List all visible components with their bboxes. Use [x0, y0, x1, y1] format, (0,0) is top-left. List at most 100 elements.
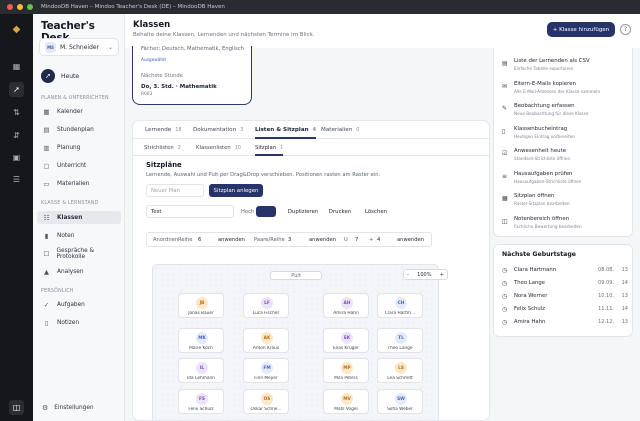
- quick-action-desc: Fachliche Bewertung bearbeiten: [514, 223, 582, 229]
- timetable-icon: ▤: [43, 125, 50, 134]
- teacher-desk[interactable]: Pult: [270, 271, 322, 280]
- student-seat[interactable]: AH Amira Hahn: [323, 293, 369, 318]
- nav-materialien[interactable]: ▭ Materialien: [37, 177, 121, 190]
- nav-gespraeche[interactable]: ☐ Gespräche & Protokolle: [37, 247, 121, 260]
- birthday-name: Theo Lange: [514, 280, 545, 286]
- quick-action-item[interactable]: ▦ Sitzplan öffnen Raster-Sitzplan bearbeit…: [502, 193, 630, 211]
- rocket-icon[interactable]: ➚: [9, 82, 24, 97]
- student-avatar: JB: [196, 297, 208, 309]
- duplicate-button[interactable]: Duplizieren: [285, 205, 321, 218]
- user-switcher[interactable]: MS M. Schneider ⌄: [39, 38, 119, 56]
- quick-action-item[interactable]: ✉ Eltern-E-Mails kopieren Alle E-Mail-Adre…: [502, 81, 630, 99]
- subtab-strichlisten[interactable]: Strichlisten 2: [144, 145, 181, 151]
- student-seat[interactable]: LS Lea Schmitt: [377, 358, 423, 383]
- tab-dokumentation[interactable]: Dokumentation 3: [193, 127, 243, 133]
- nav-analysen[interactable]: ▲ Analysen: [37, 265, 121, 278]
- nav-settings[interactable]: ⚙ Einstellungen: [37, 404, 94, 412]
- print-button[interactable]: Drucken: [326, 205, 354, 218]
- zoom-in-button[interactable]: +: [440, 272, 444, 278]
- student-seat[interactable]: MV Mats Vogel: [323, 389, 369, 414]
- student-seat[interactable]: EK Elias Krüger: [323, 328, 369, 353]
- help-icon[interactable]: ?: [620, 24, 631, 35]
- create-plan-button[interactable]: Sitzplan anlegen: [209, 184, 263, 197]
- subtab-klassenlisten[interactable]: Klassenlisten 10: [196, 145, 241, 151]
- row-input[interactable]: 6: [198, 237, 201, 243]
- zoom-out-button[interactable]: -: [407, 272, 409, 278]
- dashboard-icon[interactable]: ▦: [11, 61, 22, 72]
- subtab-count: 10: [234, 146, 241, 151]
- apply-u-button[interactable]: anwenden: [397, 237, 424, 243]
- quick-action-icon: ▯: [502, 127, 506, 135]
- quick-action-title: Beobachtung erfassen: [514, 103, 575, 109]
- student-name: Luca Fischer: [252, 311, 280, 316]
- student-avatar: FM: [261, 362, 273, 374]
- nav-label: Noten: [57, 232, 75, 239]
- quick-action-item[interactable]: ☑ Anwesenheit heute Standard-Strichliste ö…: [502, 148, 630, 166]
- user-name: M. Schneider: [60, 43, 100, 51]
- quick-action-item[interactable]: ▤ Liste der Lernenden als CSV Einfache Tab…: [502, 58, 630, 76]
- nav-planung[interactable]: ▥ Planung: [37, 141, 121, 154]
- nav-notizen[interactable]: ▯ Notizen: [37, 316, 121, 329]
- tab-materialien[interactable]: Materialien 0: [321, 127, 359, 133]
- quick-action-icon: ✎: [502, 105, 508, 112]
- nav-noten[interactable]: ▮ Noten: [37, 229, 121, 242]
- tab-lernende[interactable]: Lernende 18: [145, 127, 182, 133]
- nav-stundenplan[interactable]: ▤ Stundenplan: [37, 123, 121, 136]
- nav-kalender[interactable]: ▦ Kalender: [37, 105, 121, 118]
- student-seat[interactable]: OS Oskar Schne...: [243, 389, 289, 414]
- student-seat[interactable]: LF Luca Fischer: [243, 293, 289, 318]
- student-seat[interactable]: TL Theo Lange: [377, 328, 423, 353]
- sidebar-toggle-icon[interactable]: ◫: [9, 400, 24, 415]
- student-seat[interactable]: AK Anton Kraus: [243, 328, 289, 353]
- student-seat[interactable]: SW Sofia Weber: [377, 389, 423, 414]
- nav-klassen[interactable]: ☷ Klassen: [37, 211, 121, 224]
- student-seat[interactable]: MK Marie Koch: [178, 328, 224, 353]
- image-icon[interactable]: ▣: [11, 152, 22, 163]
- new-plan-input[interactable]: Neuer Plan: [146, 184, 204, 197]
- birthday-date: 09.09.: [598, 280, 614, 286]
- birthday-row: ◷ Felix Schulz 11.11. 14: [502, 306, 628, 316]
- next-lesson-value: Do, 3. Std. · Mathematik: [141, 84, 217, 90]
- seating-canvas[interactable]: Pult - 100% + JB Jonas Bauer LF Luca Fische…: [152, 264, 448, 420]
- nav-home[interactable]: ➚ Heute: [41, 69, 79, 83]
- quick-action-item[interactable]: ≡ Hausaufgaben prüfen Hausaufgaben-Strichl…: [502, 171, 630, 189]
- student-seat[interactable]: IL Ida Lehmann: [178, 358, 224, 383]
- student-seat[interactable]: JB Jonas Bauer: [178, 293, 224, 318]
- close-window-button[interactable]: [7, 4, 13, 10]
- u-input-a[interactable]: 7: [355, 237, 358, 243]
- subtab-sitzplan[interactable]: Sitzplan 1: [255, 145, 284, 156]
- app-logo-icon[interactable]: ◆: [11, 24, 22, 35]
- quick-action-item[interactable]: ✎ Beobachtung erfassen Neue Beobachtung fü…: [502, 103, 630, 121]
- orientation-toggle[interactable]: [256, 206, 276, 217]
- delete-button[interactable]: Löschen: [362, 205, 390, 218]
- sort-icon[interactable]: ⇵: [11, 130, 22, 141]
- apply-pairs-button[interactable]: anwenden: [309, 237, 336, 243]
- student-avatar: LS: [395, 362, 407, 374]
- class-card[interactable]: Fächer: Deutsch, Mathematik, Englisch Au…: [132, 46, 252, 105]
- nav-label: Stundenplan: [57, 126, 94, 133]
- u-input-b[interactable]: 4: [377, 237, 380, 243]
- apply-row-button[interactable]: anwenden: [218, 237, 245, 243]
- student-avatar: MV: [341, 393, 353, 405]
- nav-unterricht[interactable]: ▢ Unterricht: [37, 159, 121, 172]
- grades-icon: ▮: [44, 231, 49, 240]
- tab-label: Dokumentation: [193, 127, 237, 133]
- pairs-label: Paare/Reihe: [254, 237, 285, 243]
- add-class-button[interactable]: + Klasse hinzufügen: [547, 22, 615, 37]
- quick-action-item[interactable]: ◫ Notenbereich öffnen Fachliche Bewertung …: [502, 216, 630, 234]
- student-seat[interactable]: CH Clara Hartm...: [377, 293, 423, 318]
- maximize-window-button[interactable]: [27, 4, 33, 10]
- pairs-input[interactable]: 3: [288, 237, 291, 243]
- clock-icon: ◷: [502, 319, 508, 326]
- nav-aufgaben[interactable]: ✓ Aufgaben: [37, 298, 121, 311]
- transfer-icon[interactable]: ⇅: [11, 107, 22, 118]
- tab-listen-sitzplan[interactable]: Listen & Sitzplan 4: [255, 127, 317, 139]
- student-seat[interactable]: MP Mila Peters: [323, 358, 369, 383]
- quick-action-item[interactable]: ▯ Klassenbucheintrag Heutigen Eintrag vorb…: [502, 126, 630, 144]
- plan-name-input[interactable]: Test: [146, 205, 234, 218]
- minimize-window-button[interactable]: [17, 4, 23, 10]
- student-seat[interactable]: FM Finn Meyer: [243, 358, 289, 383]
- tab-label: Materialien: [321, 127, 353, 133]
- student-seat[interactable]: FS Felix Schulz: [178, 389, 224, 414]
- sliders-icon[interactable]: ☰: [11, 174, 22, 185]
